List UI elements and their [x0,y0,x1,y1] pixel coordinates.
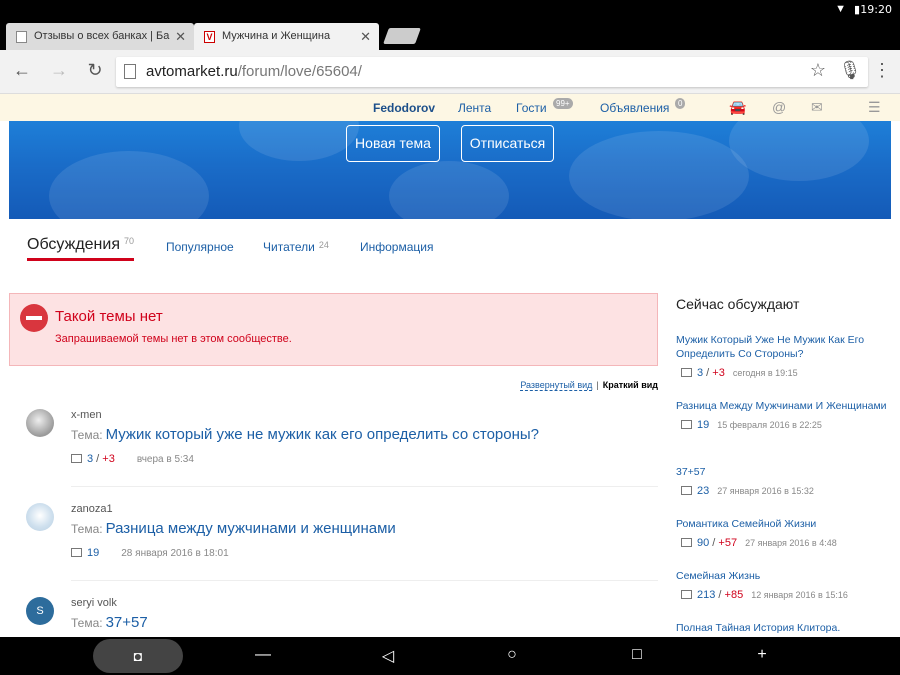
battery-icon: ▮ [853,4,860,16]
ads-link[interactable]: Объявления [600,101,669,115]
sidebar-topic-link[interactable]: Разница Между Мужчинами И Женщинами [676,399,891,413]
screenshot-button[interactable]: ◘ [93,639,183,673]
forward-arrow-icon[interactable]: → [47,60,71,81]
avatar[interactable] [26,503,54,531]
page-favicon-icon [16,31,27,43]
divider [71,486,658,487]
tab-title: Отзывы о всех банках | Ба [34,30,170,42]
new-topic-button[interactable]: Новая тема [346,125,440,162]
clock: 19:20 [860,3,892,16]
sidebar-item: Полная Тайная История Клитора. [676,621,891,635]
error-title: Такой темы нет [55,308,163,325]
android-nav-bar: ◘ — ◁ ○ □ + [0,637,900,675]
post-topic-link[interactable]: Тема: 37+57 [71,614,148,631]
content-tabs: Обсуждения 70 Популярное Читатели 24 Инфор… [9,226,891,262]
comment-icon [681,420,692,429]
community-banner: Новая тема Отписаться [9,121,891,219]
unsubscribe-button[interactable]: Отписаться [461,125,554,162]
browser-tab-banks[interactable]: Отзывы о всех банках | Ба ✕ [6,23,194,50]
tab-discussions[interactable]: Обсуждения 70 [27,236,134,261]
recents-icon[interactable]: □ [627,646,647,664]
guests-link[interactable]: Гости [516,101,547,115]
sidebar-item: Романтика Семейной Жизни 90 / +57 27 янва… [676,517,891,549]
star-icon[interactable]: ☆ [806,60,830,81]
new-tab-button[interactable] [383,28,421,44]
close-tab-icon[interactable]: ✕ [175,29,186,45]
post-author[interactable]: x-men [71,409,102,421]
sidebar-item: 37+57 23 27 января 2016 в 15:32 [676,465,891,497]
wifi-icon: ▼ [835,3,846,15]
address-bar[interactable]: avtomarket.ru/forum/love/65604/ ☆ 🎙 [116,57,868,87]
camera-icon: ◘ [133,648,143,664]
status-bar: ▼ ▮ 19:20 [0,0,900,20]
avatar[interactable]: S [26,597,54,625]
post-author[interactable]: zanoza1 [71,503,113,515]
post-topic-link[interactable]: Тема: Мужик который уже не мужик как его … [71,426,539,443]
browser-tab-strip: Отзывы о всех банках | Ба ✕ V Мужчина и … [0,20,900,50]
post-meta: 3 / +3 вчера в 5:34 [71,453,194,465]
close-tab-icon[interactable]: ✕ [360,29,371,45]
overflow-menu-icon[interactable]: ⋮ [870,60,894,81]
sidebar-topic-link[interactable]: Полная Тайная История Клитора. [676,621,891,635]
sidebar-topic-link[interactable]: 37+57 [676,465,891,479]
home-icon[interactable]: ○ [502,646,522,664]
avatar[interactable] [26,409,54,437]
tab-title: Мужчина и Женщина [222,30,331,42]
expanded-view-link[interactable]: Развернутый вид [520,380,593,391]
sidebar-item: Мужик Который Уже Не Мужик Как Его Опред… [676,333,891,379]
sidebar-topic-link[interactable]: Мужик Который Уже Не Мужик Как Его Опред… [676,333,891,361]
sidebar-title: Сейчас обсуждают [676,296,800,312]
comment-icon [681,590,692,599]
site-top-nav: Fedodorov Лента Гости 99+ Объявления 0 🚘… [0,94,900,121]
hamburger-icon[interactable]: ☰ [868,99,881,116]
page-info-icon[interactable] [124,64,136,79]
browser-tab-forum[interactable]: V Мужчина и Женщина ✕ [194,23,379,50]
comment-icon [681,486,692,495]
browser-toolbar: ← → ↻ avtomarket.ru/forum/love/65604/ ☆ … [0,50,900,94]
comment-icon [71,454,82,463]
post-meta: 19 28 января 2016 в 18:01 [71,547,229,559]
guests-badge: 99+ [553,98,573,109]
ads-badge: 0 [675,98,686,109]
comment-icon [681,538,692,547]
comment-icon [681,368,692,377]
sidebar-topic-link[interactable]: Семейная Жизнь [676,569,891,583]
view-switch: Развернутый вид | Краткий вид [520,380,658,391]
mail-icon[interactable]: ✉ [811,99,823,116]
list-item: x-men Тема: Мужик который уже не мужик ка… [26,409,658,469]
plus-icon[interactable]: + [752,646,772,664]
tab-readers[interactable]: Читатели 24 [263,240,329,254]
reload-icon[interactable]: ↻ [83,60,107,81]
feed-link[interactable]: Лента [458,101,491,115]
at-icon[interactable]: @ [772,99,786,115]
post-topic-link[interactable]: Тема: Разница между мужчинами и женщинами [71,520,396,537]
sidebar-topic-link[interactable]: Романтика Семейной Жизни [676,517,891,531]
now-discussing-sidebar: Сейчас обсуждают Мужик Который Уже Не Му… [676,296,891,636]
sidebar-item: Разница Между Мужчинами И Женщинами 19 15… [676,399,891,431]
url-text: avtomarket.ru/forum/love/65604/ [146,63,362,80]
tab-popular[interactable]: Популярное [166,240,234,254]
list-item: zanoza1 Тема: Разница между мужчинами и ж… [26,503,658,563]
car-icon[interactable]: 🚘 [729,99,746,116]
error-message: Такой темы нет Запрашиваемой темы нет в … [9,293,658,366]
list-item: S seryi volk Тема: 37+57 [26,597,658,637]
brief-view-link[interactable]: Краткий вид [603,380,658,390]
tab-info[interactable]: Информация [360,240,433,254]
stop-icon [20,304,48,332]
divider [71,580,658,581]
back-arrow-icon[interactable]: ← [10,60,34,81]
username-link[interactable]: Fedodorov [373,101,435,115]
comment-icon [71,548,82,557]
sidebar-item: Семейная Жизнь 213 / +85 12 января 2016 в… [676,569,891,601]
minimize-icon[interactable]: — [253,646,273,664]
post-author[interactable]: seryi volk [71,597,117,609]
error-text: Запрашиваемой темы нет в этом сообществе… [55,333,292,345]
mic-icon[interactable]: 🎙 [838,60,862,81]
back-icon[interactable]: ◁ [378,646,398,666]
site-favicon-icon: V [204,31,215,43]
